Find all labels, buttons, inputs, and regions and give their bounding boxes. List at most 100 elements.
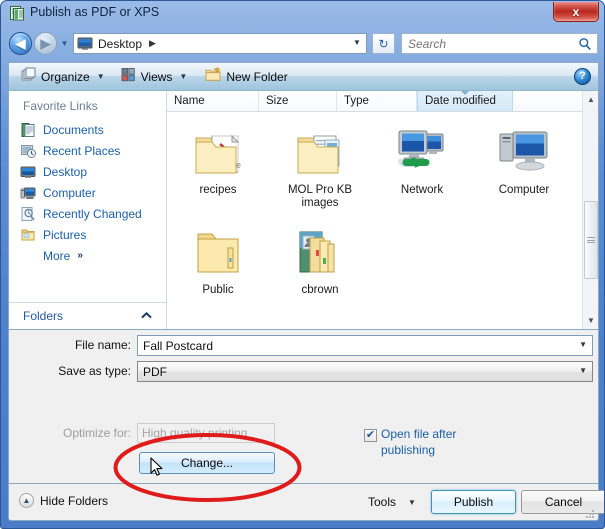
address-dropdown-icon[interactable]: ▼ <box>350 38 364 47</box>
file-icon-grid: dobe recipes <box>167 112 598 297</box>
column-header-date-modified[interactable]: Date modified <box>417 91 513 111</box>
sidebar-label: Computer <box>43 185 96 200</box>
views-grid-icon <box>121 67 136 87</box>
resize-grip-icon[interactable] <box>583 506 595 518</box>
back-button[interactable]: ◀ <box>9 32 32 55</box>
breadcrumb-desktop[interactable]: Desktop <box>98 37 142 51</box>
scroll-up-button[interactable]: ▲ <box>583 91 598 108</box>
chevron-down-icon: ▼ <box>96 72 105 81</box>
user-folder-icon <box>269 220 371 280</box>
hide-folders-button[interactable]: ▲ Hide Folders <box>19 493 108 508</box>
publish-document-icon <box>9 5 25 21</box>
organize-button[interactable]: Organize ▼ <box>15 63 111 90</box>
open-file-after-publishing-label[interactable]: Open file after publishing <box>381 426 501 458</box>
file-row: dobe recipes <box>167 118 598 210</box>
dialog-footer: ▲ Hide Folders Tools ▼ Publish Cancel <box>8 484 604 521</box>
help-button[interactable]: ? <box>574 68 591 85</box>
close-button[interactable]: x <box>553 2 599 22</box>
change-button[interactable]: Change... <box>139 452 275 474</box>
folder-with-documents-icon <box>269 120 371 180</box>
folder-with-pdf-icon: dobe <box>167 120 269 180</box>
sidebar-item-pictures[interactable]: Pictures <box>9 224 166 245</box>
new-folder-icon <box>205 67 221 87</box>
scrollbar-thumb[interactable] <box>584 201 598 279</box>
file-label: MOL Pro KB images <box>287 184 353 209</box>
file-item-network[interactable]: Network <box>371 118 473 210</box>
views-button[interactable]: Views ▼ <box>115 63 194 90</box>
folders-section-toggle[interactable]: Folders <box>9 302 166 329</box>
refresh-button[interactable]: ↻ <box>372 33 395 54</box>
sidebar-label: Recent Places <box>43 143 121 158</box>
file-item-cbrown[interactable]: cbrown <box>269 218 371 297</box>
file-list-scrollbar[interactable]: ▲ ▼ <box>582 91 598 329</box>
forward-button[interactable]: ▶ <box>34 32 57 55</box>
sidebar-item-recent-places[interactable]: Recent Places <box>9 140 166 161</box>
column-label: Type <box>344 95 369 107</box>
navigation-bar: ◀ ▶ ▼ Desktop ▶ ▼ ↻ <box>1 27 604 61</box>
file-list-pane: Name Size Type Date modified recipes MOL… <box>167 91 598 329</box>
tools-button[interactable]: Tools ▼ <box>364 493 420 511</box>
organize-stack-icon <box>21 67 36 87</box>
cancel-button-label: Cancel <box>544 495 583 509</box>
column-header-blank[interactable] <box>513 91 573 111</box>
publish-button[interactable]: Publish <box>431 490 516 514</box>
sidebar-item-desktop[interactable]: Desktop <box>9 161 166 182</box>
history-dropdown-button[interactable]: ▼ <box>59 39 70 48</box>
chevron-down-icon[interactable]: ▼ <box>579 366 587 375</box>
file-item-computer[interactable]: Computer <box>473 118 575 210</box>
file-item-public[interactable]: Public <box>167 218 269 297</box>
column-header-size[interactable]: Size <box>259 91 337 111</box>
documents-icon <box>20 122 36 138</box>
folders-label: Folders <box>23 309 64 323</box>
new-folder-label: New Folder <box>226 69 288 84</box>
publish-button-label: Publish <box>453 495 494 509</box>
open-file-after-publishing-checkbox[interactable]: ✔ <box>364 429 377 442</box>
back-arrow-icon: ◀ <box>15 36 26 51</box>
chevron-double-right-icon: » <box>77 250 83 261</box>
file-label: Computer <box>498 184 550 196</box>
search-box[interactable] <box>401 33 598 54</box>
sidebar-item-recently-changed[interactable]: Recently Changed <box>9 203 166 224</box>
column-label: Size <box>266 95 289 107</box>
sidebar-label: Pictures <box>43 227 87 242</box>
new-folder-button[interactable]: New Folder <box>199 63 293 90</box>
organize-label: Organize <box>41 69 90 84</box>
pictures-folder-icon <box>20 227 36 243</box>
favorite-links-sidebar: Favorite Links Documents Recent Places D… <box>9 91 167 329</box>
computer-monitor-icon <box>473 120 575 180</box>
file-name-combobox[interactable]: ▼ <box>137 335 593 356</box>
more-label: More <box>43 248 71 263</box>
sidebar-label: Recently Changed <box>43 206 142 221</box>
sidebar-item-more[interactable]: More » <box>9 245 166 266</box>
save-as-type-value: PDF <box>143 364 167 379</box>
tools-label: Tools <box>368 495 397 509</box>
column-header-type[interactable]: Type <box>337 91 417 111</box>
save-as-type-combobox[interactable]: PDF ▼ <box>137 361 593 382</box>
chevron-down-icon[interactable]: ▼ <box>579 340 587 349</box>
file-name-input[interactable] <box>143 338 563 353</box>
file-row: Public cbrown <box>167 218 598 297</box>
column-label: Date modified <box>425 95 496 107</box>
address-bar[interactable]: Desktop ▶ ▼ <box>73 33 367 54</box>
sort-ascending-icon <box>461 91 469 95</box>
favorite-links-header: Favorite Links <box>23 99 98 113</box>
sidebar-item-computer[interactable]: Computer <box>9 182 166 203</box>
file-label: recipes <box>199 184 237 196</box>
column-label: Name <box>174 95 205 107</box>
file-label: Network <box>400 184 444 196</box>
search-input[interactable] <box>408 36 568 51</box>
help-question-icon: ? <box>579 70 586 82</box>
breadcrumb-separator-icon: ▶ <box>149 38 156 48</box>
save-form-area: File name: ▼ Save as type: PDF ▼ Optimiz… <box>8 330 599 484</box>
computer-icon <box>20 185 36 201</box>
network-monitors-icon <box>371 120 473 180</box>
triangle-down-icon: ▼ <box>587 316 595 325</box>
scroll-down-button[interactable]: ▼ <box>583 312 598 329</box>
optimize-for-text: High quality printing <box>142 426 248 440</box>
sidebar-item-documents[interactable]: Documents <box>9 119 166 140</box>
file-item-mol-pro-kb-images[interactable]: MOL Pro KB images <box>269 118 371 210</box>
column-header-name[interactable]: Name <box>167 91 259 111</box>
file-item-recipes[interactable]: dobe recipes <box>167 118 269 210</box>
views-label: Views <box>140 69 173 84</box>
column-headers: Name Size Type Date modified <box>167 91 598 112</box>
